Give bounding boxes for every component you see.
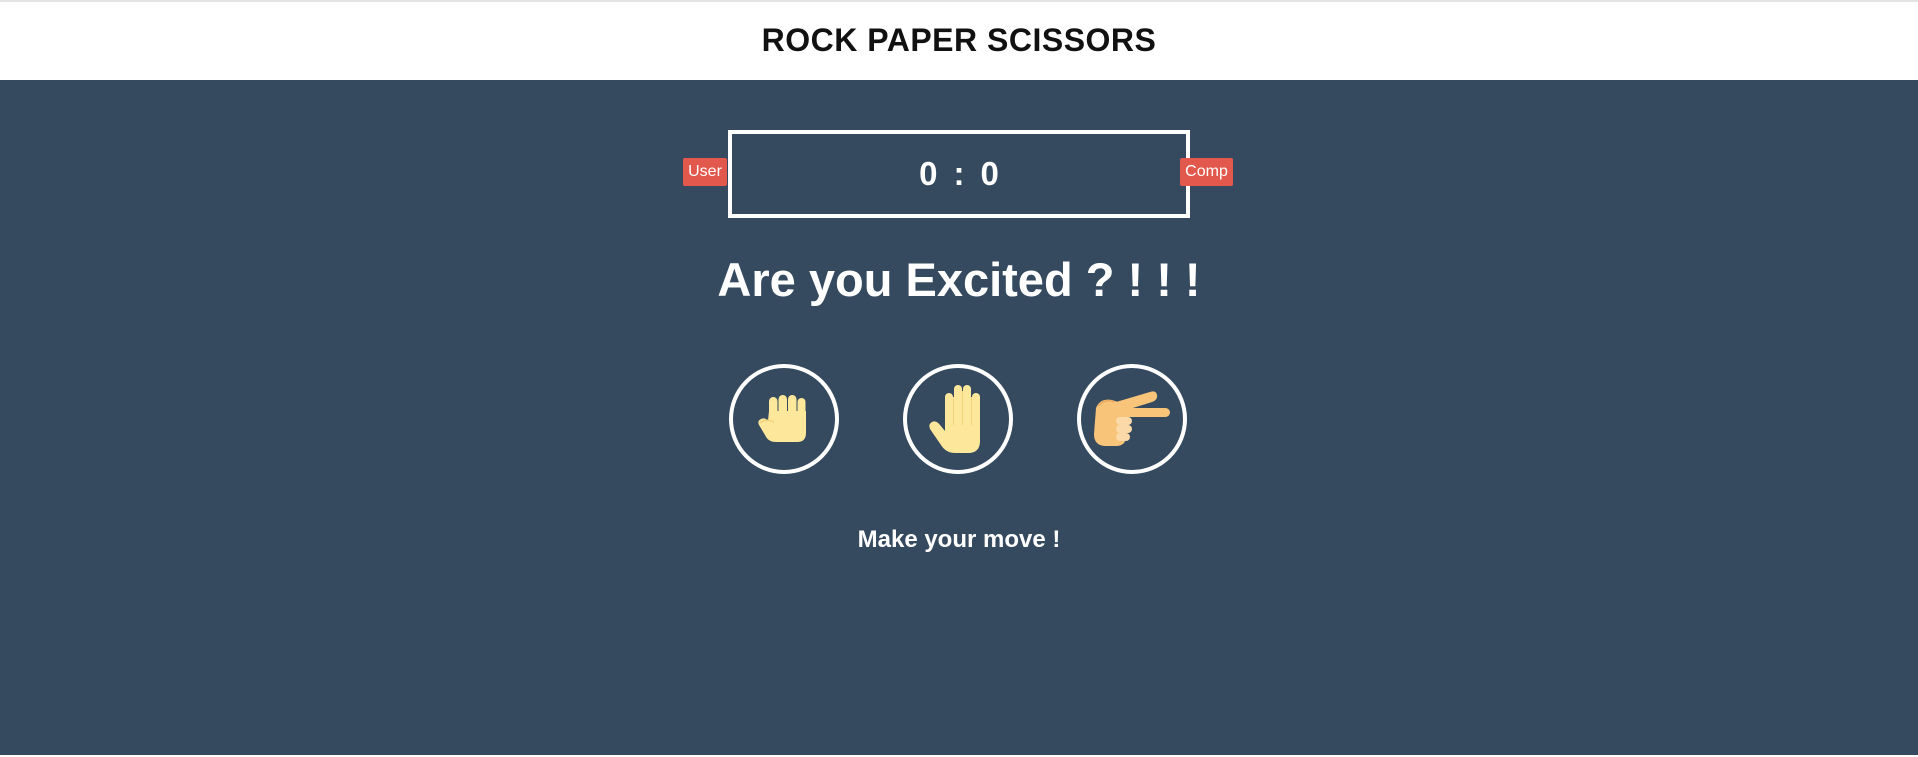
score-separator: : [953, 155, 965, 192]
user-score: 0 [919, 155, 938, 192]
page-title: ROCK PAPER SCISSORS [761, 22, 1157, 58]
user-label-badge: User [683, 158, 727, 186]
fist-hand-icon [758, 395, 806, 442]
rock-choice-button[interactable] [729, 364, 839, 474]
scissors-hand-icon [1094, 391, 1170, 446]
open-hand-icon [929, 385, 980, 453]
game-area: User 0 : 0 Comp Are you Excited ? ! ! ! [0, 80, 1918, 755]
scoreboard: 0 : 0 [728, 130, 1190, 218]
comp-label-badge: Comp [1180, 158, 1233, 186]
paper-choice-button[interactable] [903, 364, 1013, 474]
page-header: ROCK PAPER SCISSORS [0, 2, 1918, 79]
comp-score: 0 [980, 155, 999, 192]
scissors-choice-button[interactable] [1077, 364, 1187, 474]
action-message: Make your move ! [857, 526, 1061, 553]
result-message: Are you Excited ? ! ! ! [717, 253, 1201, 306]
